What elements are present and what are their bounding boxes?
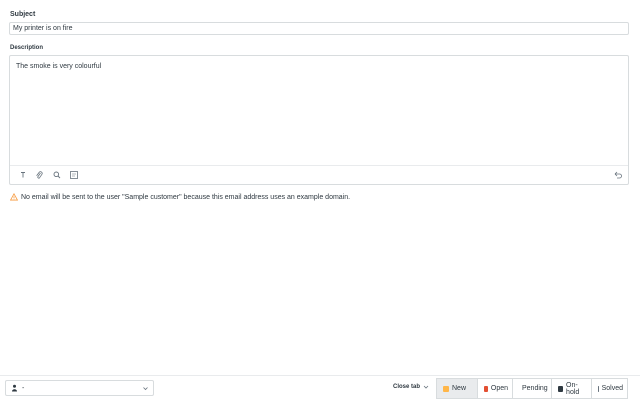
email-warning: No email will be sent to the user "Sampl… [10, 193, 350, 201]
editor-toolbar [10, 165, 628, 184]
status-label: Open [490, 385, 508, 392]
search-icon[interactable] [52, 170, 62, 180]
template-icon[interactable] [69, 170, 79, 180]
close-tab-label: Close tab [393, 384, 421, 390]
status-label: Pending [522, 385, 548, 392]
status-on-hold-swatch [558, 385, 564, 392]
status-label: New [452, 385, 467, 392]
status-open-swatch [484, 385, 488, 392]
status-solved-swatch [598, 385, 599, 392]
subject-input[interactable]: My printer is on fire [9, 22, 629, 35]
status-on-hold-button[interactable]: On-hold [551, 378, 592, 399]
warning-text: No email will be sent to the user "Sampl… [21, 193, 351, 201]
ticket-form-page: Subject My printer is on fire Descriptio… [0, 0, 640, 400]
undo-icon[interactable] [613, 170, 623, 180]
status-pending-button[interactable]: Pending [512, 378, 552, 399]
subject-label: Subject [10, 11, 36, 18]
warning-icon [10, 193, 18, 201]
assignee-select[interactable]: - [5, 380, 154, 396]
status-button-group: New Open Pending On-hold Solved [436, 378, 628, 399]
status-new-swatch [443, 385, 449, 392]
footer-bar: - Close tab New Open Pending On-hold Sol… [0, 375, 640, 400]
description-text[interactable]: The smoke is very colourful [16, 63, 101, 70]
attachment-icon[interactable] [34, 170, 44, 180]
chevron-down-icon [143, 387, 148, 391]
status-label: Solved [601, 385, 623, 392]
status-solved-button[interactable]: Solved [591, 378, 628, 399]
assignee-value: - [22, 384, 25, 392]
status-new-button[interactable]: New [436, 378, 478, 399]
description-editor[interactable]: The smoke is very colourful [9, 55, 629, 185]
person-icon [12, 384, 17, 392]
close-tab-dropdown[interactable]: Close tab [393, 384, 429, 390]
status-open-button[interactable]: Open [477, 378, 513, 399]
description-label: Description [10, 45, 44, 51]
text-format-icon[interactable] [18, 170, 28, 180]
status-label: On-hold [566, 381, 580, 396]
chevron-down-icon [423, 385, 429, 389]
